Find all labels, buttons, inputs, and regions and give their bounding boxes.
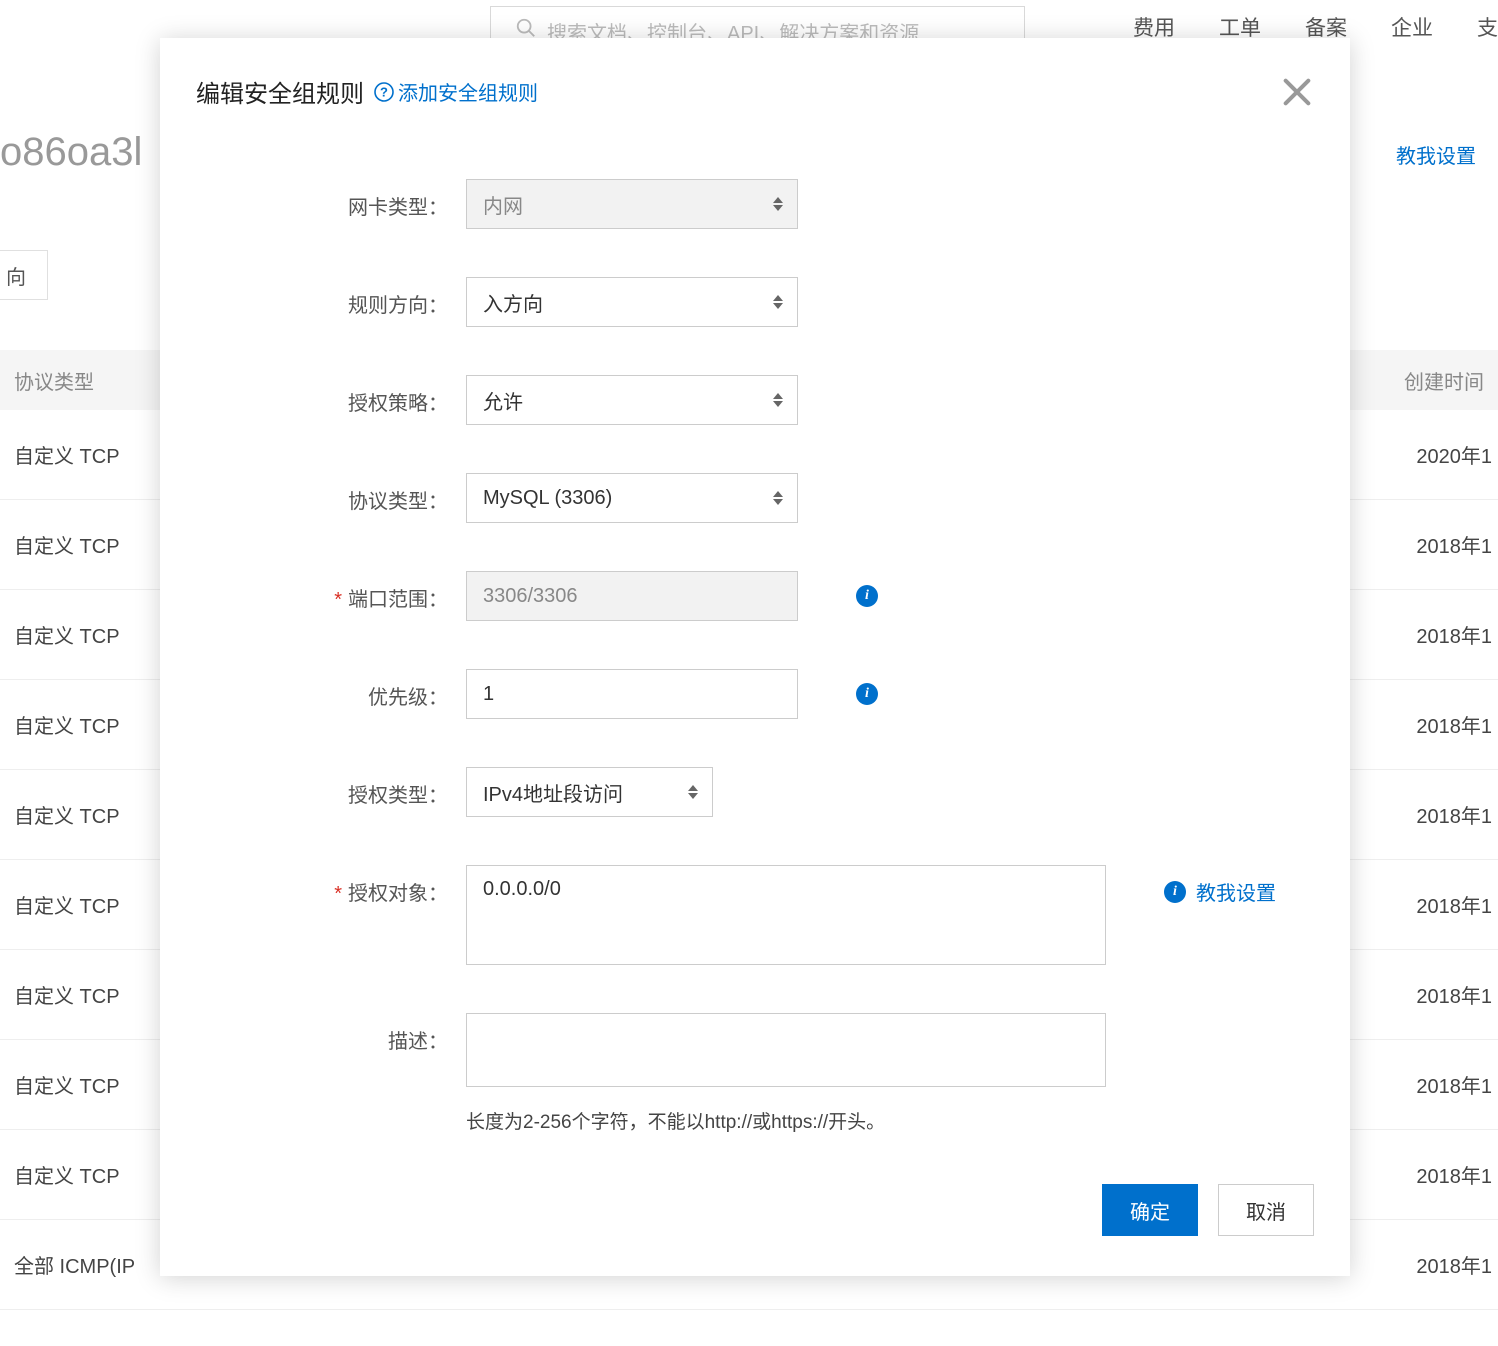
info-icon[interactable]: i bbox=[856, 585, 878, 607]
direction-tab[interactable]: 向 bbox=[0, 250, 48, 300]
direction-select[interactable]: 入方向 bbox=[466, 277, 798, 327]
description-hint: 长度为2-256个字符，不能以http://或https://开头。 bbox=[466, 1107, 1106, 1134]
nic-type-value: 内网 bbox=[483, 190, 523, 219]
chevron-updown-icon bbox=[773, 393, 783, 407]
direction-value: 入方向 bbox=[483, 288, 543, 317]
col-protocol: 协议类型 bbox=[0, 366, 94, 395]
port-range-value: 3306/3306 bbox=[483, 585, 578, 608]
label-port-range: *端口范围： bbox=[196, 571, 466, 612]
tab-label: 向 bbox=[6, 261, 26, 290]
svg-text:?: ? bbox=[380, 84, 388, 99]
protocol-value: MySQL (3306) bbox=[483, 487, 612, 510]
label-auth-object: *授权对象： bbox=[196, 865, 466, 906]
auth-type-value: IPv4地址段访问 bbox=[483, 778, 623, 807]
label-priority: 优先级： bbox=[196, 669, 466, 710]
chevron-updown-icon bbox=[773, 295, 783, 309]
chevron-updown-icon bbox=[773, 197, 783, 211]
teach-me-wrapper: i 教我设置 bbox=[1164, 877, 1276, 906]
edit-rule-modal: 编辑安全组规则 ? 添加安全组规则 网卡类型： 内网 规则方向： 入方向 bbox=[160, 38, 1350, 1276]
label-description: 描述： bbox=[196, 1013, 466, 1054]
label-protocol: 协议类型： bbox=[196, 473, 466, 514]
auth-object-value: 0.0.0.0/0 bbox=[483, 878, 561, 900]
label-direction: 规则方向： bbox=[196, 277, 466, 318]
label-auth-type: 授权类型： bbox=[196, 767, 466, 808]
label-policy: 授权策略： bbox=[196, 375, 466, 416]
policy-select[interactable]: 允许 bbox=[466, 375, 798, 425]
nav-enterprise[interactable]: 企业 bbox=[1391, 12, 1433, 42]
chevron-updown-icon bbox=[773, 491, 783, 505]
policy-value: 允许 bbox=[483, 386, 523, 415]
teach-me-link[interactable]: 教我设置 bbox=[1196, 877, 1276, 906]
label-nic-type: 网卡类型： bbox=[196, 179, 466, 220]
help-icon[interactable]: ? bbox=[374, 82, 394, 102]
teach-me-link-bg[interactable]: 教我设置 bbox=[1396, 140, 1476, 169]
priority-value: 1 bbox=[483, 683, 494, 706]
info-icon[interactable]: i bbox=[856, 683, 878, 705]
description-input[interactable] bbox=[466, 1013, 1106, 1087]
auth-object-input[interactable]: 0.0.0.0/0 bbox=[466, 865, 1106, 965]
cancel-button[interactable]: 取消 bbox=[1218, 1184, 1314, 1236]
page-title-fragment: o86oa3l bbox=[0, 130, 142, 175]
rule-form: 网卡类型： 内网 规则方向： 入方向 授权策略： 允许 bbox=[160, 119, 1350, 1134]
ok-button[interactable]: 确定 bbox=[1102, 1184, 1198, 1236]
modal-header: 编辑安全组规则 ? 添加安全组规则 bbox=[160, 38, 1350, 119]
add-rule-link[interactable]: 添加安全组规则 bbox=[398, 77, 538, 106]
auth-type-select[interactable]: IPv4地址段访问 bbox=[466, 767, 713, 817]
modal-title: 编辑安全组规则 bbox=[196, 74, 364, 109]
port-range-input: 3306/3306 bbox=[466, 571, 798, 621]
col-created: 创建时间 bbox=[1404, 366, 1498, 395]
protocol-select[interactable]: MySQL (3306) bbox=[466, 473, 798, 523]
nic-type-select: 内网 bbox=[466, 179, 798, 229]
nav-support[interactable]: 支 bbox=[1477, 12, 1498, 42]
close-button[interactable] bbox=[1280, 75, 1314, 109]
info-icon: i bbox=[1164, 881, 1186, 903]
chevron-updown-icon bbox=[688, 785, 698, 799]
modal-footer: 确定 取消 bbox=[160, 1144, 1350, 1246]
priority-input[interactable]: 1 bbox=[466, 669, 798, 719]
